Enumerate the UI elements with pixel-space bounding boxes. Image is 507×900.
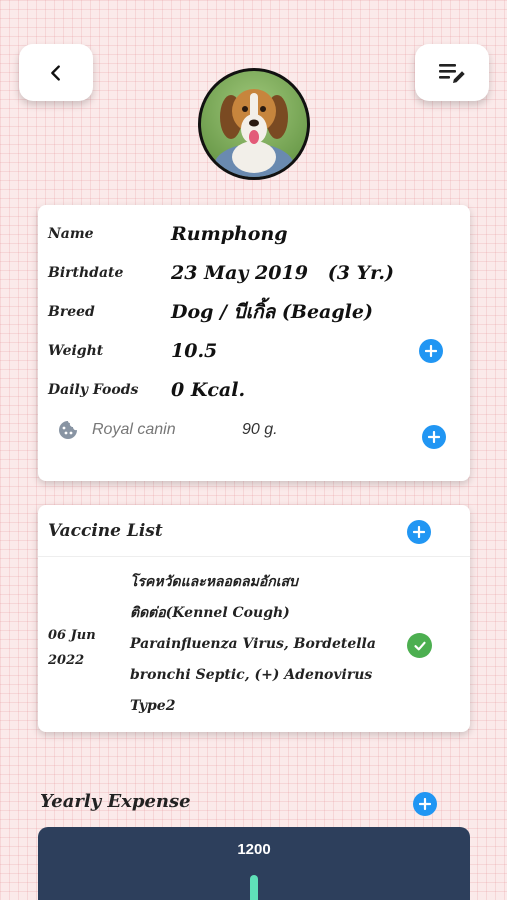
breed-value: Dog / บีเกิ้ล (Beagle) (171, 301, 373, 323)
birthdate-value: 23 May 2019 (3 Yr.) (171, 262, 395, 284)
name-row: Name Rumphong (48, 219, 288, 249)
name-label: Name (48, 226, 94, 242)
vaccine-description: โรคหวัดและหลอดลมอักเสบติดต่อ(Kennel Coug… (130, 574, 376, 714)
breed-row: Breed Dog / บีเกิ้ล (Beagle) (48, 297, 373, 327)
cookie-icon (59, 421, 77, 439)
plus-icon (419, 798, 431, 810)
weight-label: Weight (48, 343, 104, 359)
bar[interactable] (250, 875, 258, 900)
check-circle-icon (413, 641, 426, 650)
name-value: Rumphong (171, 223, 288, 245)
food-item[interactable]: Royal canin 90 g. (58, 420, 278, 440)
add-expense-button[interactable] (413, 792, 437, 816)
pet-avatar[interactable] (198, 68, 310, 180)
bar-data-label: 1200 (237, 841, 271, 858)
daily-foods-value: 0 Kcal. (171, 379, 246, 401)
daily-foods-row: Daily Foods 0 Kcal. (48, 375, 245, 405)
chevron-left-icon (51, 64, 60, 81)
vaccine-card: Vaccine List 06 Jun 2022 โรคหวัดและหลอดล… (38, 505, 470, 732)
vaccine-status (407, 633, 432, 658)
pet-info-card: Name Rumphong Birthdate 23 May 2019 (3 Y… (38, 205, 470, 481)
list-edit-icon (439, 63, 465, 83)
add-vaccine-button[interactable] (407, 520, 431, 544)
edit-button[interactable] (415, 44, 489, 101)
food-name: Royal canin (92, 421, 176, 438)
add-weight-button[interactable] (419, 339, 443, 363)
birthdate-row: Birthdate 23 May 2019 (3 Yr.) (48, 258, 394, 288)
vaccine-header: Vaccine List (38, 505, 470, 557)
food-amount: 90 g. (242, 421, 278, 438)
weight-row: Weight 10.5 (48, 336, 217, 366)
beagle-photo (214, 89, 294, 177)
vaccine-title: Vaccine List (48, 521, 163, 541)
back-button[interactable] (19, 44, 93, 101)
breed-label: Breed (48, 304, 95, 320)
plus-icon (413, 526, 425, 538)
weight-value: 10.5 (171, 340, 218, 362)
birthdate-label: Birthdate (48, 265, 124, 281)
vaccine-date: 06 Jun 2022 (48, 628, 96, 668)
add-food-button[interactable] (422, 425, 446, 449)
daily-foods-label: Daily Foods (48, 382, 139, 398)
plus-icon (425, 345, 437, 357)
yearly-expense-title: Yearly Expense (40, 791, 191, 812)
expense-chart: 1200 (38, 827, 470, 900)
plus-icon (428, 431, 440, 443)
